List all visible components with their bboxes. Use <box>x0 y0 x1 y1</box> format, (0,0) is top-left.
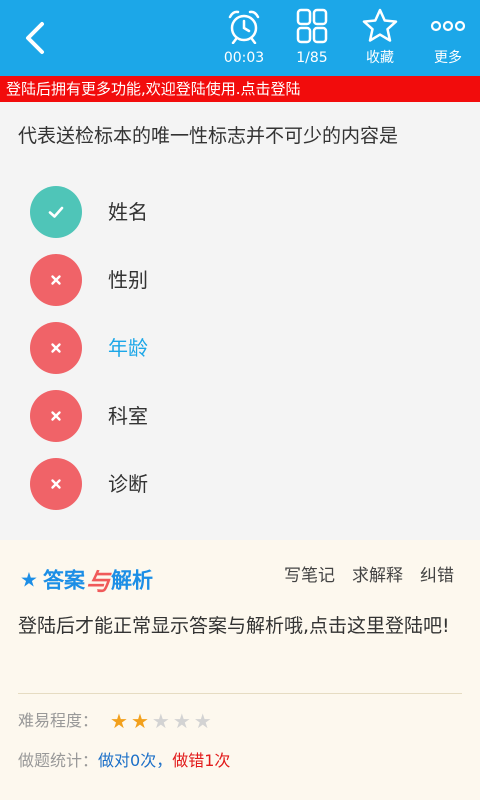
stats-right-count: 做对0次， <box>98 751 173 770</box>
correct-badge <box>30 186 82 238</box>
grid-icon <box>296 8 328 44</box>
back-button[interactable] <box>18 18 54 58</box>
stats-wrong-count: 做错1次 <box>172 751 231 770</box>
star-filled-icon: ★ <box>130 709 149 733</box>
wrong-badge <box>30 458 82 510</box>
checkmark-icon <box>48 206 64 218</box>
alarm-clock-icon <box>228 10 260 44</box>
answer-panel: ★ 答案与解析 写笔记 求解释 纠错 登陆后才能正常显示答案与解析哦,点击这里登… <box>0 540 480 800</box>
login-banner[interactable]: 登陆后拥有更多功能,欢迎登陆使用.点击登陆 <box>0 76 480 102</box>
title-answer: 答案 <box>43 568 86 593</box>
chevron-left-icon <box>26 22 44 54</box>
login-prompt-message[interactable]: 登陆后才能正常显示答案与解析哦,点击这里登陆吧! <box>18 610 463 642</box>
stats-row: 做题统计：做对0次，做错1次 <box>18 749 230 773</box>
star-icon: ★ <box>20 567 38 592</box>
close-icon <box>51 411 61 421</box>
timer-label: 00:03 <box>223 50 265 66</box>
timer-button[interactable]: 00:03 <box>212 6 276 72</box>
option-item[interactable]: 性别 <box>30 254 450 306</box>
close-icon <box>51 275 61 285</box>
favorite-label: 收藏 <box>366 50 394 66</box>
option-item[interactable]: 科室 <box>30 390 450 442</box>
option-item[interactable]: 诊断 <box>30 458 450 510</box>
close-icon <box>51 479 61 489</box>
option-item[interactable]: 姓名 <box>30 186 450 238</box>
ask-explain-link[interactable]: 求解释 <box>352 564 403 588</box>
question-text: 代表送检标本的唯一性标志并不可少的内容是 <box>18 125 399 147</box>
difficulty-rating: ★ ★ ★ ★ ★ <box>110 709 215 733</box>
wrong-badge <box>30 254 82 306</box>
option-label: 诊断 <box>108 472 148 496</box>
answer-analysis-title: ★ 答案与解析 <box>20 562 154 597</box>
title-analysis: 解析 <box>111 568 154 593</box>
more-label: 更多 <box>434 50 462 66</box>
option-item-selected[interactable]: 年龄 <box>30 322 450 374</box>
wrong-badge <box>30 390 82 442</box>
progress-label: 1/85 <box>296 50 328 66</box>
report-error-link[interactable]: 纠错 <box>420 564 454 588</box>
difficulty-label: 难易程度： <box>18 711 99 730</box>
divider <box>18 693 462 694</box>
star-empty-icon: ★ <box>193 709 212 733</box>
star-empty-icon: ★ <box>151 709 170 733</box>
title-and: 与 <box>86 568 111 596</box>
wrong-badge <box>30 322 82 374</box>
option-label: 科室 <box>108 404 148 428</box>
progress-button[interactable]: 1/85 <box>280 6 344 72</box>
star-outline-icon <box>362 8 398 42</box>
stats-label: 做题统计： <box>18 751 99 770</box>
option-label: 性别 <box>108 268 148 292</box>
close-icon <box>51 343 61 353</box>
more-button[interactable]: 更多 <box>416 6 480 72</box>
option-label: 姓名 <box>108 200 148 224</box>
top-toolbar: 00:03 1/85 收藏 更多 <box>0 0 480 76</box>
star-filled-icon: ★ <box>110 709 128 733</box>
option-label: 年龄 <box>108 336 148 360</box>
write-note-link[interactable]: 写笔记 <box>284 564 335 588</box>
more-dots-icon <box>430 20 466 32</box>
favorite-button[interactable]: 收藏 <box>348 6 412 72</box>
star-empty-icon: ★ <box>172 709 191 733</box>
